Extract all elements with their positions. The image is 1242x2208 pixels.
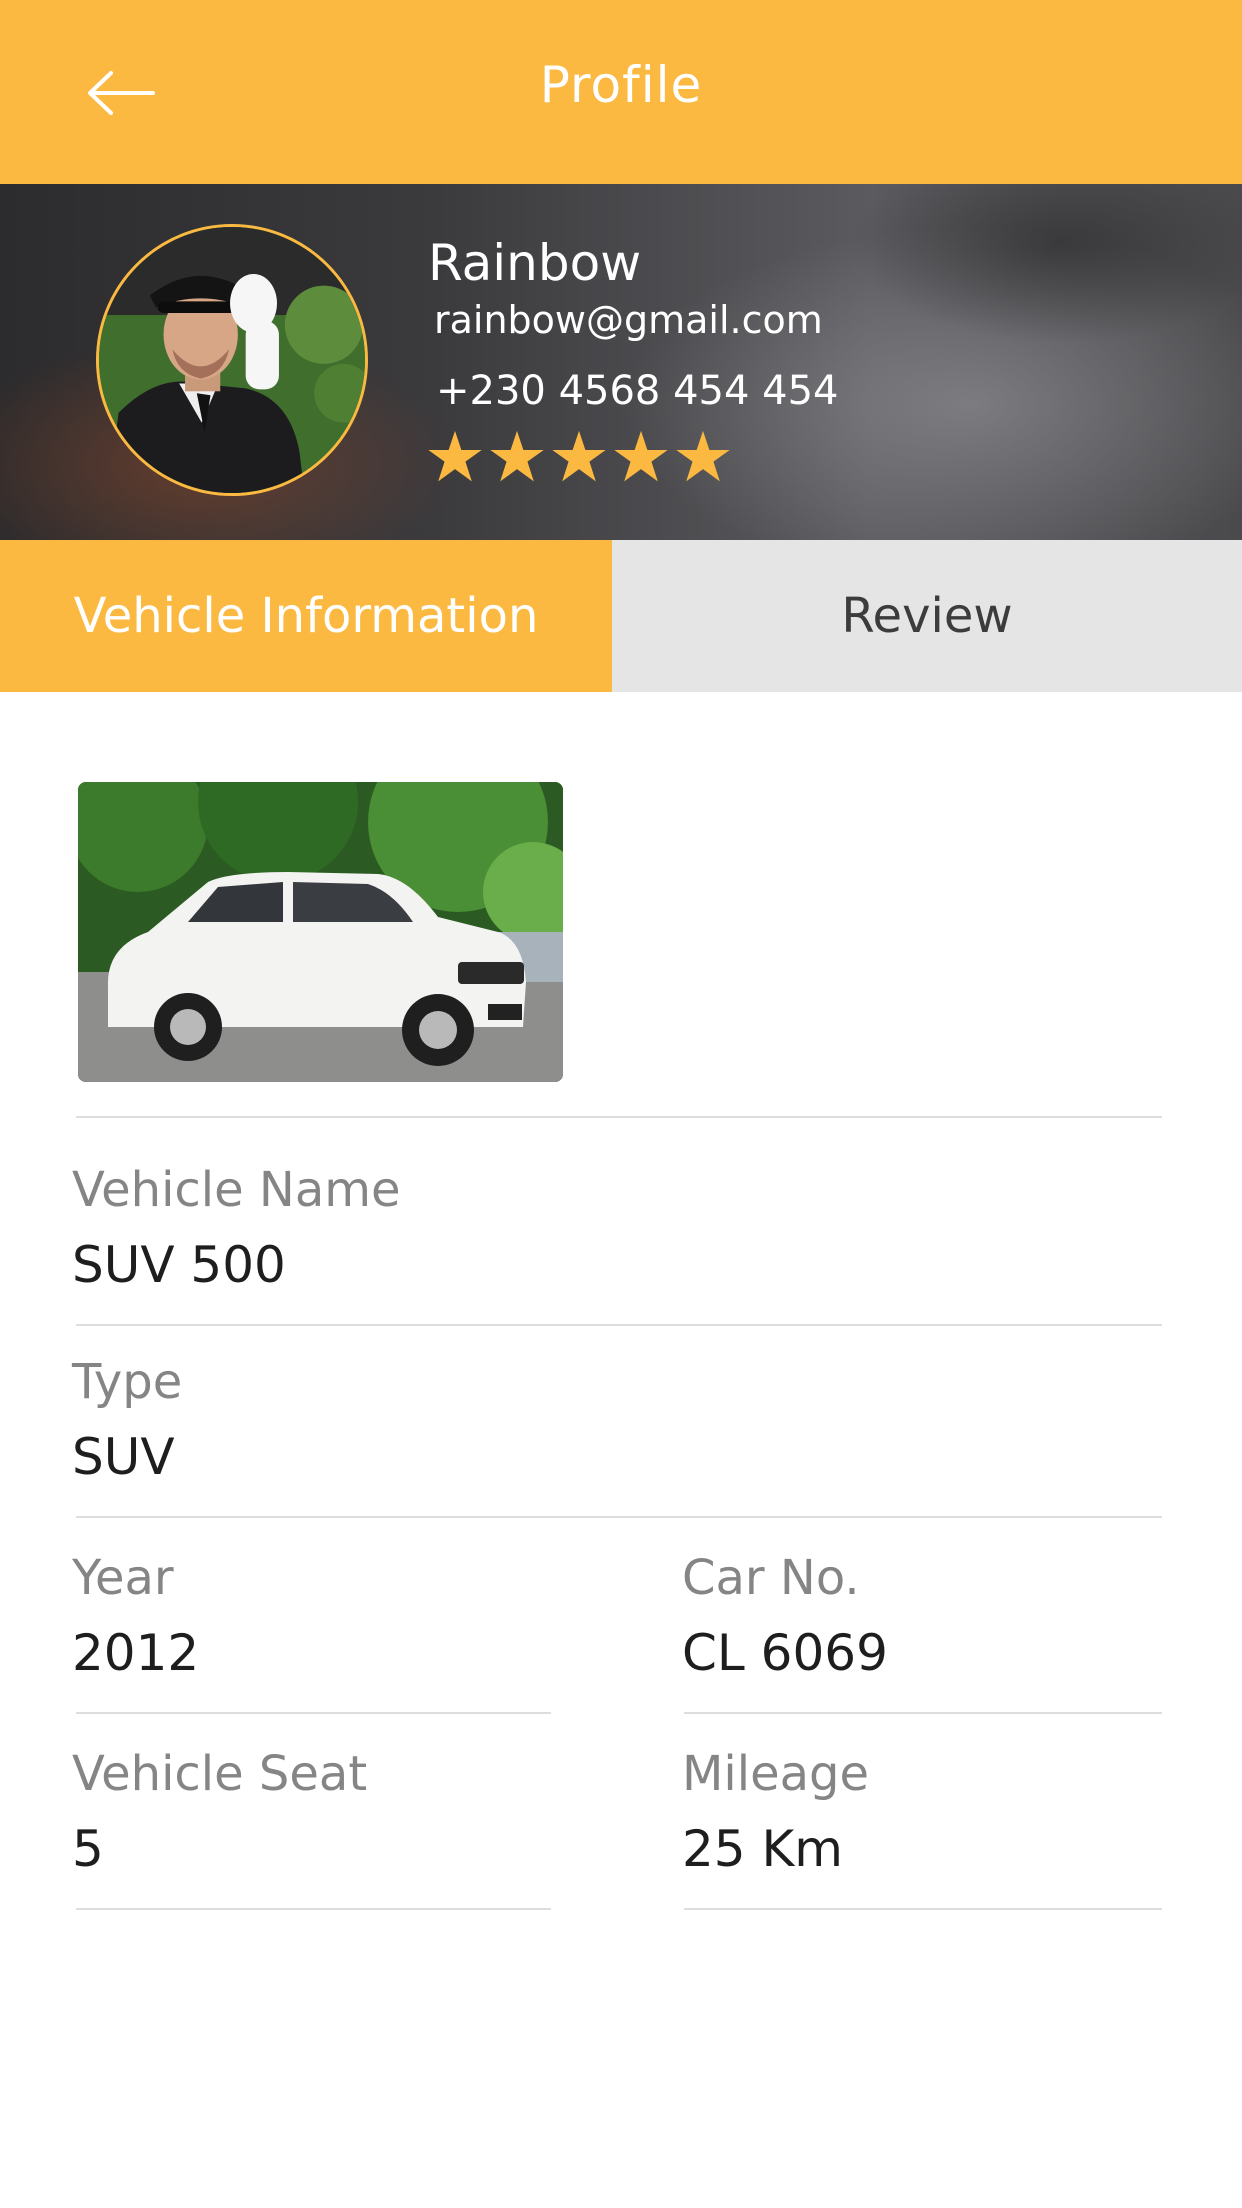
tab-review[interactable]: Review (612, 540, 1242, 692)
car-number-label: Car No. (682, 1550, 860, 1606)
star-icon (490, 430, 544, 482)
vehicle-seat-value: 5 (72, 1820, 104, 1878)
divider (76, 1516, 1162, 1518)
mileage-value: 25 Km (682, 1820, 844, 1878)
vehicle-seat-label: Vehicle Seat (72, 1746, 368, 1802)
driver-photo (99, 227, 365, 493)
avatar[interactable] (96, 224, 368, 496)
car-number-value: CL 6069 (682, 1624, 888, 1682)
user-name: Rainbow (428, 234, 642, 292)
rating-stars (426, 428, 732, 486)
profile-header: Rainbow rainbow@gmail.com +230 4568 454 … (0, 184, 1242, 540)
page-title: Profile (539, 56, 703, 114)
user-email: rainbow@gmail.com (434, 298, 823, 342)
divider (76, 1908, 551, 1910)
vehicle-name-label: Vehicle Name (72, 1162, 401, 1218)
user-phone: +230 4568 454 454 (436, 368, 839, 414)
type-label: Type (72, 1354, 183, 1410)
star-icon (552, 430, 606, 482)
divider (76, 1324, 1162, 1326)
type-value: SUV (72, 1428, 175, 1486)
divider (76, 1712, 551, 1714)
star-icon (614, 430, 668, 482)
tab-bar: Vehicle Information Review (0, 540, 1242, 692)
divider (76, 1116, 1162, 1118)
profile-screen: Profile Rainbow rainbow@gmail.com +230 4… (0, 0, 1242, 2208)
year-value: 2012 (72, 1624, 200, 1682)
mileage-label: Mileage (682, 1746, 870, 1802)
year-label: Year (72, 1550, 174, 1606)
vehicle-name-value: SUV 500 (72, 1236, 286, 1294)
top-app-bar: Profile (0, 0, 1242, 184)
divider (684, 1712, 1162, 1714)
tab-vehicle-information[interactable]: Vehicle Information (0, 540, 612, 692)
star-icon (676, 430, 730, 482)
vehicle-image (78, 782, 563, 1082)
divider (684, 1908, 1162, 1910)
star-icon (428, 430, 482, 482)
vehicle-photo[interactable] (78, 782, 563, 1082)
